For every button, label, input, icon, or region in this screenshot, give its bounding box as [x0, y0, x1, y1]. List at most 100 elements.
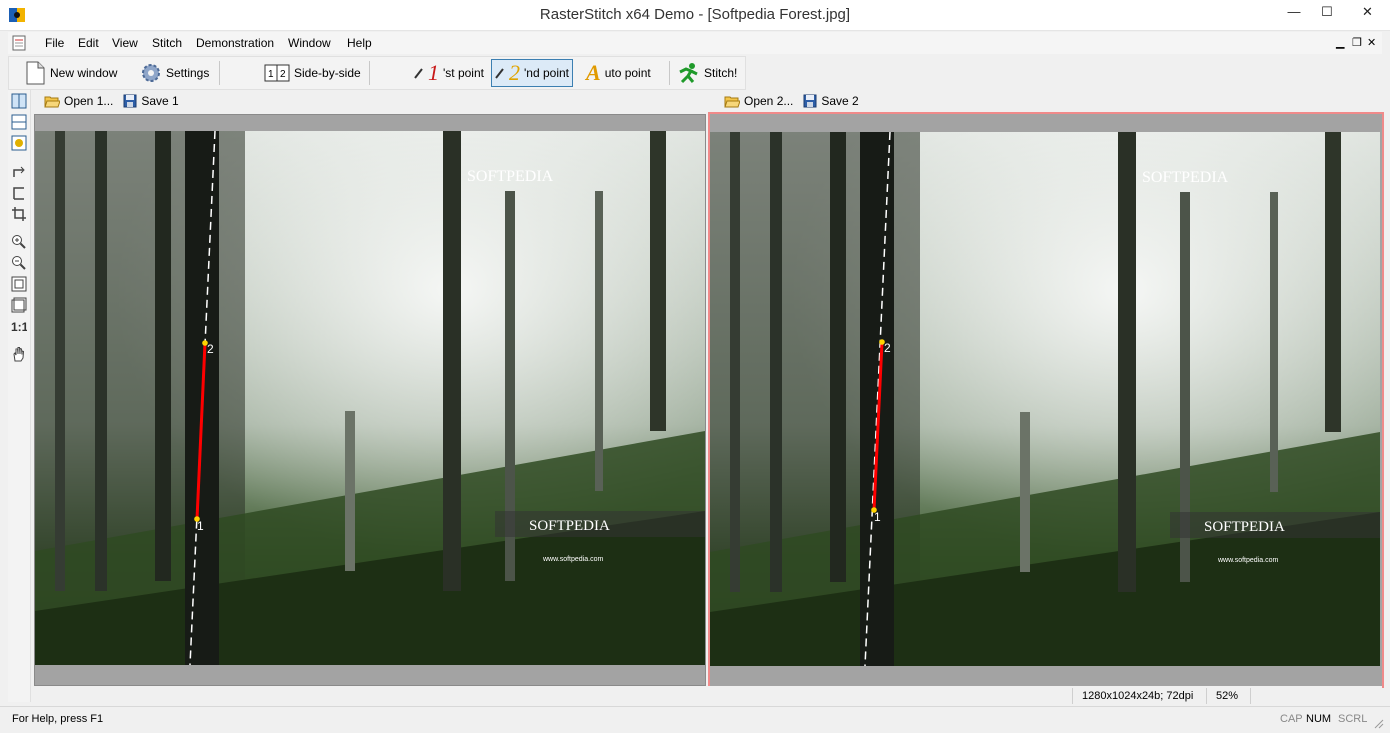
menu-edit[interactable]: Edit	[78, 36, 99, 50]
crop-icon[interactable]	[11, 206, 27, 222]
maximize-button[interactable]: ☐	[1312, 0, 1342, 24]
point-2-label: 2	[207, 342, 214, 356]
save-disk-icon	[123, 94, 137, 108]
resize-grip-icon[interactable]	[1372, 717, 1384, 729]
softpedia-watermark-top: SOFTPEDIA	[1142, 169, 1229, 186]
help-text: For Help, press F1	[12, 713, 104, 725]
softpedia-watermark-bottom: SOFTPEDIA	[529, 518, 610, 534]
toolbar-separator	[669, 61, 670, 85]
scroll-lock-indicator: SCRL	[1338, 713, 1368, 725]
zoom-out-icon[interactable]	[11, 255, 27, 271]
side-by-side-button[interactable]: 1 2 Side-by-side	[261, 60, 364, 86]
softpedia-watermark-top: SOFTPEDIA	[467, 168, 554, 185]
zoom-level: 52%	[1216, 690, 1239, 702]
right-panel-bar: Open 2... Save 2	[724, 90, 859, 112]
title-bar: RasterStitch x64 Demo - [Softpedia Fores…	[0, 0, 1390, 31]
menu-file[interactable]: File	[45, 36, 64, 50]
settings-label: Settings	[166, 66, 210, 80]
open-1-label: Open 1...	[64, 94, 114, 108]
actual-size-icon[interactable]: 1:1	[11, 318, 27, 334]
pin-icon	[414, 68, 423, 79]
stitch-label: Stitch!	[704, 66, 738, 80]
softpedia-url: www.softpedia.com	[542, 556, 603, 563]
side-by-side-icon: 1 2	[264, 64, 290, 82]
second-point-digit: 2	[509, 60, 520, 85]
info-separator	[1072, 688, 1073, 704]
status-bar: For Help, press F1 CAP NUM SCRL	[0, 706, 1390, 733]
new-window-button[interactable]: New window	[21, 60, 120, 86]
open-folder-icon	[44, 96, 60, 108]
mdi-close-button[interactable]: ✕	[1367, 36, 1376, 49]
second-point-button[interactable]: 2 'nd point	[491, 59, 573, 87]
svg-text:2: 2	[280, 69, 286, 80]
zoom-in-icon[interactable]	[11, 234, 27, 250]
main-toolbar: New window Settings 1 2 Side-by-side 1 '…	[8, 56, 746, 90]
menu-view[interactable]: View	[112, 36, 138, 50]
open-2-button[interactable]: Open 2...	[724, 94, 793, 108]
menu-window[interactable]: Window	[288, 36, 331, 50]
minimize-button[interactable]: —	[1279, 0, 1309, 24]
rotate-icon[interactable]	[11, 164, 27, 180]
pin-icon	[495, 68, 504, 79]
menu-stitch[interactable]: Stitch	[152, 36, 182, 50]
first-point-digit: 1	[428, 60, 439, 85]
running-man-icon	[679, 63, 698, 84]
right-image-viewport[interactable]: 2 1 SOFTPEDIA SOFTPEDIA www.softpedia.co…	[708, 112, 1384, 688]
side-by-side-label: Side-by-side	[294, 66, 361, 80]
save-1-button[interactable]: Save 1	[123, 94, 179, 108]
tool-strip: 1:1	[8, 90, 31, 702]
menu-help[interactable]: Help	[347, 36, 372, 50]
save-2-label: Save 2	[821, 94, 859, 108]
auto-point-label: uto point	[604, 66, 651, 80]
menu-demonstration[interactable]: Demonstration	[196, 36, 274, 50]
num-lock-indicator: NUM	[1306, 713, 1332, 725]
info-separator	[1250, 688, 1251, 704]
hand-icon[interactable]	[11, 346, 27, 362]
settings-button[interactable]: Settings	[137, 60, 212, 86]
mdi-restore-button[interactable]: ❐	[1352, 36, 1362, 49]
point-1-label: 1	[874, 510, 881, 524]
forest-image[interactable]: 2 1 SOFTPEDIA SOFTPEDIA www.softpedia.co…	[710, 132, 1380, 666]
stitch-button[interactable]: Stitch!	[673, 60, 740, 86]
save-2-button[interactable]: Save 2	[803, 94, 859, 108]
softpedia-watermark-bottom: SOFTPEDIA	[1204, 519, 1285, 535]
save-1-label: Save 1	[141, 94, 179, 108]
window-title: RasterStitch x64 Demo - [Softpedia Fores…	[539, 6, 851, 23]
fit-window-icon[interactable]	[11, 276, 27, 292]
forest-image[interactable]: 2 1 SOFTPEDIA SOFTPEDIA www.softpedia.co…	[35, 131, 705, 665]
second-point-label: 'nd point	[524, 66, 569, 80]
info-separator	[1206, 688, 1207, 704]
close-button[interactable]: ✕	[1345, 0, 1390, 24]
svg-text:1: 1	[268, 69, 274, 80]
split-horizontal-icon[interactable]	[11, 114, 27, 130]
open-1-button[interactable]: Open 1...	[44, 94, 113, 108]
open-2-label: Open 2...	[744, 94, 794, 108]
skew-icon[interactable]	[11, 185, 27, 201]
open-folder-icon	[724, 96, 740, 108]
auto-point-letter: A	[586, 60, 601, 85]
auto-point-button[interactable]: A uto point	[583, 60, 654, 86]
svg-text:1:1: 1:1	[11, 320, 27, 334]
save-disk-icon	[803, 94, 817, 108]
new-window-label: New window	[50, 66, 118, 80]
first-point-label: 'st point	[443, 66, 484, 80]
gear-icon	[142, 64, 160, 82]
left-image-viewport[interactable]: 2 1 SOFTPEDIA SOFTPEDIA www.softpedia.co…	[34, 114, 706, 686]
fit-width-icon[interactable]	[11, 297, 27, 313]
overlay-icon[interactable]	[11, 135, 27, 151]
menu-bar: File Edit View Stitch Demonstration Wind…	[8, 32, 1382, 54]
image-dimensions: 1280x1024x24b; 72dpi	[1082, 690, 1194, 702]
first-point-button[interactable]: 1 'st point	[411, 60, 487, 86]
mdi-minimize-button[interactable]: ▁	[1336, 36, 1344, 49]
image-info-strip: 1280x1024x24b; 72dpi 52%	[34, 686, 1382, 706]
new-document-icon	[26, 61, 45, 85]
caps-lock-indicator: CAP	[1280, 713, 1303, 725]
point-1-label: 1	[197, 519, 204, 533]
left-panel-bar: Open 1... Save 1	[44, 90, 179, 112]
toolbar-separator	[369, 61, 370, 85]
split-vertical-icon[interactable]	[11, 93, 27, 109]
toolbar-separator	[219, 61, 220, 85]
document-icon	[12, 35, 26, 51]
point-2-label: 2	[884, 341, 891, 355]
softpedia-url: www.softpedia.com	[1217, 557, 1278, 564]
